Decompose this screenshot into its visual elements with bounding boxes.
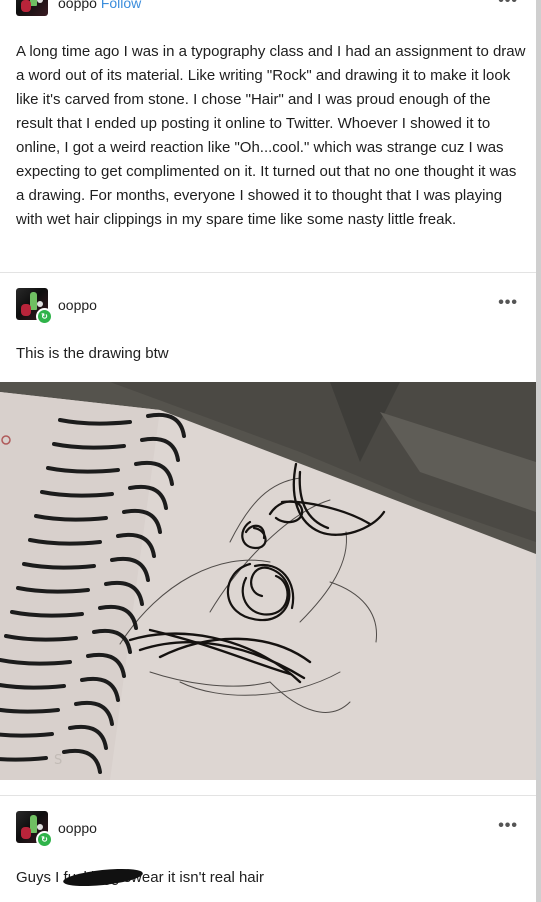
svg-text:S: S [54,753,62,768]
follow-button[interactable]: Follow [101,0,141,11]
post-header: ooppo Follow ••• [0,0,536,18]
username[interactable]: ooppo [58,0,97,11]
post-image[interactable]: S [0,382,536,780]
post-text-start: Guys I f [16,869,68,886]
username-link[interactable]: ooppo Follow [58,0,141,11]
more-options-icon[interactable]: ••• [498,294,518,312]
post-1: ooppo Follow ••• A long time ago I was i… [0,0,536,272]
post-3: ↻ ooppo ••• Guys I fuckingg swear it isn… [0,796,536,902]
username[interactable]: ooppo [58,297,97,313]
more-options-icon[interactable]: ••• [498,817,518,835]
more-options-icon[interactable]: ••• [498,0,518,10]
reblog-badge-icon: ↻ [36,308,53,325]
post-text: A long time ago I was in a typography cl… [16,43,526,228]
post-header: ↻ ooppo ••• [0,288,536,325]
reblog-badge-icon: ↻ [36,831,53,848]
post-header: ↻ ooppo ••• [0,811,536,848]
username[interactable]: ooppo [58,820,97,836]
scrollbar-track[interactable] [536,0,541,902]
post-text: This is the drawing btw [16,345,169,362]
avatar[interactable] [16,0,48,16]
